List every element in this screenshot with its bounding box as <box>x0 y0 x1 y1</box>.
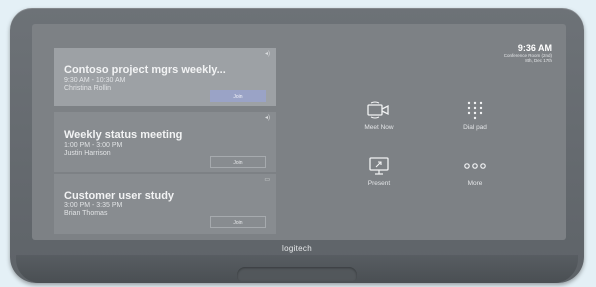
join-button[interactable]: Join <box>210 216 266 228</box>
calendar-icon: ▭ <box>264 177 270 183</box>
meet-now-button[interactable]: Meet Now <box>344 99 414 131</box>
meeting-organizer: Brian Thomas <box>64 210 108 217</box>
meeting-time: 9:30 AM - 10:30 AM <box>64 77 126 84</box>
meet-now-label: Meet Now <box>364 124 394 131</box>
dial-pad-label: Dial pad <box>463 124 487 131</box>
teams-icon: ◂) <box>264 115 270 121</box>
meeting-card[interactable]: ◂) Weekly status meeting 1:00 PM - 3:00 … <box>54 112 276 172</box>
meeting-time: 1:00 PM - 3:00 PM <box>64 142 123 149</box>
teams-icon: ◂) <box>264 51 270 57</box>
meeting-card[interactable]: ▭ Customer user study 3:00 PM - 3:35 PM … <box>54 174 276 234</box>
meeting-title: Customer user study <box>64 190 175 202</box>
meeting-title: Contoso project mgrs weekly... <box>64 64 226 76</box>
meeting-time: 3:00 PM - 3:35 PM <box>64 202 123 209</box>
present-label: Present <box>367 180 391 187</box>
meeting-organizer: Justin Harrison <box>64 150 111 157</box>
present-screen-icon <box>344 155 414 177</box>
more-dots-icon <box>440 155 510 177</box>
dial-pad-button[interactable]: Dial pad <box>440 99 510 131</box>
more-label: More <box>467 180 483 187</box>
logitech-logo: logitech <box>282 244 312 253</box>
current-date: 8th, Dec 17th <box>525 58 552 63</box>
device-frame: ◂) Contoso project mgrs weekly... 9:30 A… <box>10 8 584 283</box>
present-button[interactable]: Present <box>344 155 414 187</box>
clock-panel: 9:36 AM Conference Room (2nd) 8th, Dec 1… <box>504 43 552 63</box>
meeting-card[interactable]: ◂) Contoso project mgrs weekly... 9:30 A… <box>54 48 276 106</box>
device-base <box>16 255 578 283</box>
base-notch <box>237 267 357 281</box>
video-camera-icon <box>344 99 414 121</box>
touch-screen: ◂) Contoso project mgrs weekly... 9:30 A… <box>32 24 566 240</box>
current-time: 9:36 AM <box>517 43 552 53</box>
more-button[interactable]: More <box>440 155 510 187</box>
meeting-title: Weekly status meeting <box>64 129 183 141</box>
join-button[interactable]: Join <box>210 156 266 168</box>
dialpad-icon <box>440 99 510 121</box>
meeting-organizer: Christina Rollin <box>64 85 112 92</box>
join-button[interactable]: Join <box>210 90 266 102</box>
